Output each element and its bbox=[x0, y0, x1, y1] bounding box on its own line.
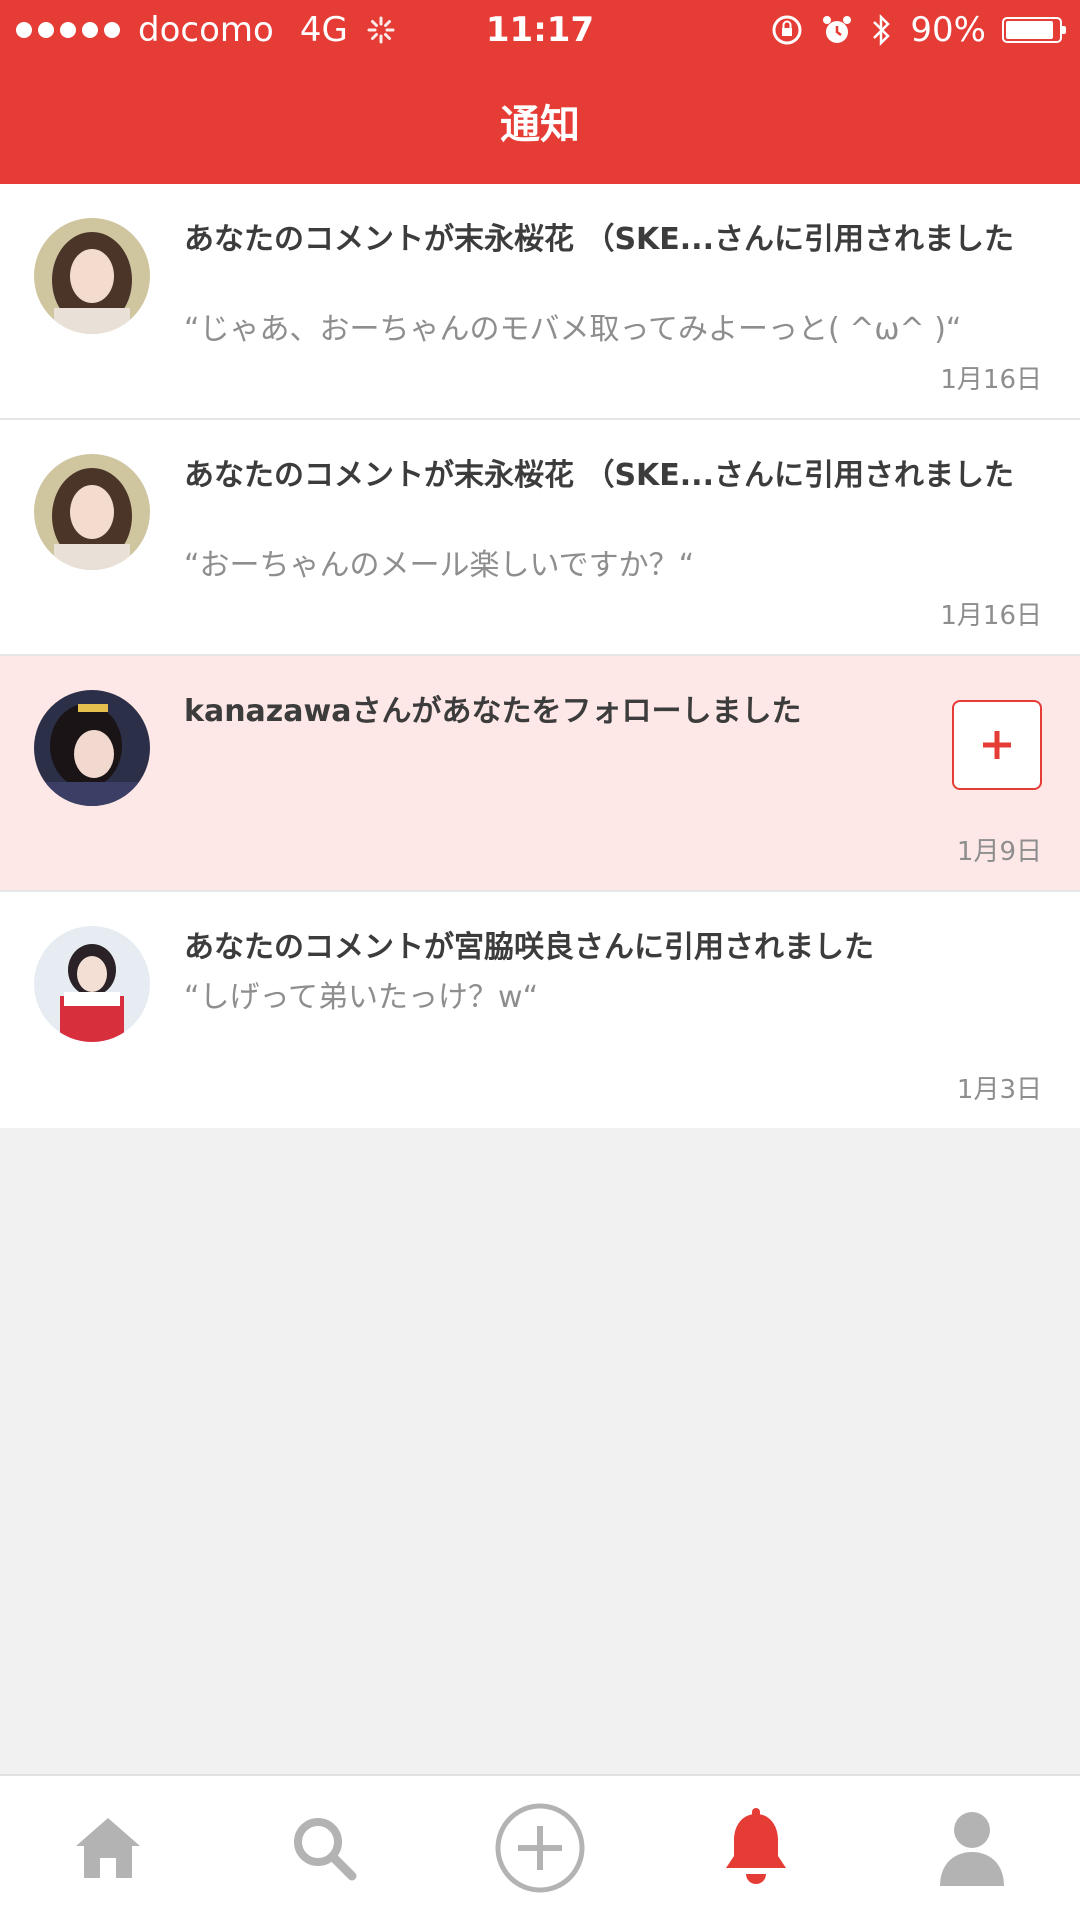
plus-icon bbox=[983, 731, 1011, 759]
tab-profile[interactable] bbox=[912, 1788, 1032, 1908]
battery-fill bbox=[1006, 21, 1053, 39]
notification-quote: “おーちゃんのメール楽しいですか？“ bbox=[184, 548, 695, 583]
avatar[interactable] bbox=[34, 926, 150, 1042]
status-bar: docomo 4G 11:17 90% bbox=[0, 0, 1080, 60]
notification-date: 1月16日 bbox=[940, 365, 1042, 395]
notification-list: あなたのコメントが末永桜花 （SKE...さんに引用されました “じゃあ、おーち… bbox=[0, 184, 1080, 1128]
notification-date: 1月16日 bbox=[940, 601, 1042, 631]
notification-title: kanazawaさんがあなたをフォローしました bbox=[184, 694, 802, 729]
notification-date: 1月3日 bbox=[956, 1075, 1042, 1105]
notification-item[interactable]: あなたのコメントが末永桜花 （SKE...さんに引用されました “おーちゃんのメ… bbox=[0, 420, 1080, 656]
notification-quote: “しげって弟いたっけ？w“ bbox=[184, 980, 539, 1015]
notification-date: 1月9日 bbox=[956, 837, 1042, 867]
profile-icon bbox=[940, 1812, 1004, 1886]
tab-search[interactable] bbox=[264, 1788, 384, 1908]
bell-icon bbox=[726, 1808, 786, 1884]
rotation-lock-icon bbox=[772, 15, 802, 45]
notification-item[interactable]: あなたのコメントが末永桜花 （SKE...さんに引用されました “じゃあ、おーち… bbox=[0, 184, 1080, 420]
notifications-screen: docomo 4G 11:17 90% 通知 あなたのコメントが末永桜花 （SK… bbox=[0, 0, 1080, 1920]
notification-item[interactable]: kanazawaさんがあなたをフォローしました 1月9日 bbox=[0, 656, 1080, 892]
battery-percent: 90% bbox=[910, 10, 986, 50]
notification-quote: “じゃあ、おーちゃんのモバメ取ってみよーっと( ^ω^ )“ bbox=[184, 312, 962, 347]
add-icon bbox=[495, 1803, 585, 1893]
avatar[interactable] bbox=[34, 454, 150, 570]
status-right: 90% bbox=[770, 0, 1066, 60]
follow-button[interactable] bbox=[952, 700, 1042, 790]
notification-item[interactable]: あなたのコメントが宮脇咲良さんに引用されました “しげって弟いたっけ？w“ 1月… bbox=[0, 892, 1080, 1128]
tab-notifications[interactable] bbox=[696, 1788, 816, 1908]
home-icon bbox=[76, 1818, 140, 1878]
tab-bar bbox=[0, 1774, 1080, 1920]
avatar[interactable] bbox=[34, 690, 150, 806]
page-title: 通知 bbox=[500, 102, 580, 148]
notification-title: あなたのコメントが宮脇咲良さんに引用されました bbox=[184, 930, 874, 965]
notification-title: あなたのコメントが末永桜花 （SKE...さんに引用されました bbox=[184, 458, 1014, 493]
avatar[interactable] bbox=[34, 218, 150, 334]
battery-icon bbox=[1002, 17, 1066, 43]
bluetooth-icon bbox=[873, 13, 891, 47]
app-header: docomo 4G 11:17 90% 通知 bbox=[0, 0, 1080, 184]
tab-home[interactable] bbox=[48, 1788, 168, 1908]
notification-title: あなたのコメントが末永桜花 （SKE...さんに引用されました bbox=[184, 222, 1014, 257]
search-icon bbox=[294, 1818, 357, 1881]
alarm-icon bbox=[823, 16, 852, 43]
tab-post[interactable] bbox=[480, 1788, 600, 1908]
